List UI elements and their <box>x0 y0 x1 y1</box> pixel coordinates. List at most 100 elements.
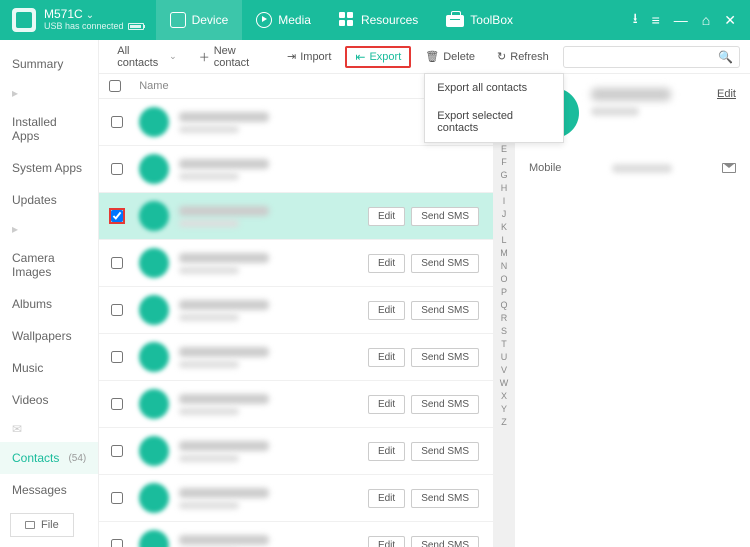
edit-button[interactable]: Edit <box>368 395 405 414</box>
tab-device[interactable]: Device <box>156 0 243 40</box>
send-sms-button[interactable]: Send SMS <box>411 301 479 320</box>
sidebar-item-contacts[interactable]: Contacts(54) <box>0 442 98 474</box>
alpha-index-X[interactable]: X <box>501 390 507 402</box>
device-selector[interactable]: M571C⌄ USB has connected <box>0 0 156 40</box>
contact-row[interactable]: Edit Send SMS <box>99 334 493 381</box>
edit-button[interactable]: Edit <box>368 536 405 547</box>
sidebar-item-camera-images[interactable]: Camera Images <box>0 242 98 288</box>
alpha-index-V[interactable]: V <box>501 364 507 376</box>
alpha-index-T[interactable]: T <box>501 338 507 350</box>
menu-icon[interactable]: ≡ <box>652 12 660 28</box>
alpha-index-Q[interactable]: Q <box>500 299 507 311</box>
edit-button[interactable]: Edit <box>368 207 405 226</box>
sidebar-item-messages[interactable]: Messages <box>0 474 98 506</box>
export-button[interactable]: ⇤Export <box>345 46 411 68</box>
alpha-index-M[interactable]: M <box>500 247 508 259</box>
sidebar-item-videos[interactable]: Videos <box>0 384 98 416</box>
send-sms-button[interactable]: Send SMS <box>411 254 479 273</box>
contact-row[interactable]: Edit Send SMS <box>99 475 493 522</box>
row-checkbox[interactable] <box>111 492 123 504</box>
download-icon[interactable]: ⭳ <box>633 8 638 32</box>
sidebar-expand-icon[interactable]: ▸ <box>0 80 98 106</box>
alpha-index-F[interactable]: F <box>501 156 507 168</box>
new-contact-button[interactable]: ＋New contact <box>191 42 273 72</box>
contact-sub-blurred <box>179 314 239 321</box>
contacts-filter[interactable]: All contacts⌄ <box>109 42 184 72</box>
contacts-list[interactable]: Name EditSend SMSEditSend SMSEditSend SM… <box>99 74 493 547</box>
app-logo-icon <box>12 8 36 32</box>
alpha-index-W[interactable]: W <box>500 377 509 389</box>
sidebar-item-installed-apps[interactable]: Installed Apps <box>0 106 98 152</box>
alpha-index-I[interactable]: I <box>503 195 506 207</box>
contact-name-blurred <box>179 488 269 498</box>
row-checkbox[interactable] <box>111 116 123 128</box>
row-checkbox[interactable] <box>111 257 123 269</box>
message-icon[interactable] <box>722 163 736 173</box>
alpha-index-G[interactable]: G <box>500 169 507 181</box>
edit-button[interactable]: Edit <box>368 489 405 508</box>
send-sms-button[interactable]: Send SMS <box>411 489 479 508</box>
edit-button[interactable]: Edit <box>368 301 405 320</box>
delete-button[interactable]: 🗑Delete <box>417 47 483 66</box>
tab-resources[interactable]: Resources <box>325 0 432 40</box>
edit-button[interactable]: Edit <box>368 348 405 367</box>
tab-media[interactable]: Media <box>242 0 325 40</box>
home-icon[interactable]: ⌂ <box>702 12 710 28</box>
sidebar-item-albums[interactable]: Albums <box>0 288 98 320</box>
contact-row[interactable]: Edit Send SMS <box>99 287 493 334</box>
alpha-index-J[interactable]: J <box>502 208 507 220</box>
edit-button[interactable]: Edit <box>368 442 405 461</box>
contact-row[interactable]: Edit Send SMS <box>99 193 493 240</box>
alpha-index-Y[interactable]: Y <box>501 403 507 415</box>
row-checkbox[interactable] <box>111 351 123 363</box>
send-sms-button[interactable]: Send SMS <box>411 536 479 547</box>
export-all-option[interactable]: Export all contacts <box>425 74 563 102</box>
close-icon[interactable]: ✕ <box>724 12 736 29</box>
contact-row[interactable]: Edit Send SMS <box>99 522 493 547</box>
row-checkbox[interactable] <box>111 210 123 222</box>
row-checkbox[interactable] <box>111 163 123 175</box>
contact-row[interactable]: Edit Send SMS <box>99 381 493 428</box>
edit-contact-link[interactable]: Edit <box>717 88 736 100</box>
sidebar-item-music[interactable]: Music <box>0 352 98 384</box>
alpha-index-P[interactable]: P <box>501 286 507 298</box>
send-sms-button[interactable]: Send SMS <box>411 348 479 367</box>
alpha-index-K[interactable]: K <box>501 221 507 233</box>
alpha-index-S[interactable]: S <box>501 325 507 337</box>
alpha-index-U[interactable]: U <box>501 351 508 363</box>
search-box[interactable]: 🔍 <box>563 46 740 68</box>
sidebar-item-system-apps[interactable]: System Apps <box>0 152 98 184</box>
alpha-index-L[interactable]: L <box>501 234 506 246</box>
send-sms-button[interactable]: Send SMS <box>411 207 479 226</box>
contact-row[interactable]: Edit Send SMS <box>99 240 493 287</box>
alpha-index-Z[interactable]: Z <box>501 416 507 428</box>
tab-toolbox[interactable]: ToolBox <box>432 0 527 40</box>
edit-button[interactable]: Edit <box>368 254 405 273</box>
minimize-icon[interactable]: — <box>674 12 688 28</box>
row-checkbox[interactable] <box>111 398 123 410</box>
sidebar-item-summary[interactable]: Summary <box>0 48 98 80</box>
sidebar-item-updates[interactable]: Updates <box>0 184 98 216</box>
send-sms-button[interactable]: Send SMS <box>411 395 479 414</box>
select-all-checkbox[interactable] <box>109 80 121 92</box>
alpha-index-R[interactable]: R <box>501 312 508 324</box>
import-button[interactable]: ⇥Import <box>279 47 339 66</box>
alpha-index-E[interactable]: E <box>501 143 507 155</box>
row-checkbox[interactable] <box>111 445 123 457</box>
row-checkbox[interactable] <box>111 304 123 316</box>
alpha-index-H[interactable]: H <box>501 182 508 194</box>
refresh-button[interactable]: ↻Refresh <box>489 47 557 66</box>
export-selected-option[interactable]: Export selected contacts <box>425 102 563 142</box>
contact-row[interactable]: Edit Send SMS <box>99 428 493 475</box>
send-sms-button[interactable]: Send SMS <box>411 442 479 461</box>
contact-row[interactable] <box>99 146 493 193</box>
search-icon: 🔍 <box>718 50 733 64</box>
file-button[interactable]: File <box>10 513 74 537</box>
alpha-index-O[interactable]: O <box>500 273 507 285</box>
sidebar-expand-icon[interactable]: ✉ <box>0 416 98 442</box>
alpha-index-N[interactable]: N <box>501 260 508 272</box>
sidebar-item-wallpapers[interactable]: Wallpapers <box>0 320 98 352</box>
row-checkbox[interactable] <box>111 539 123 547</box>
search-input[interactable] <box>570 51 718 63</box>
sidebar-expand-icon[interactable]: ▸ <box>0 216 98 242</box>
